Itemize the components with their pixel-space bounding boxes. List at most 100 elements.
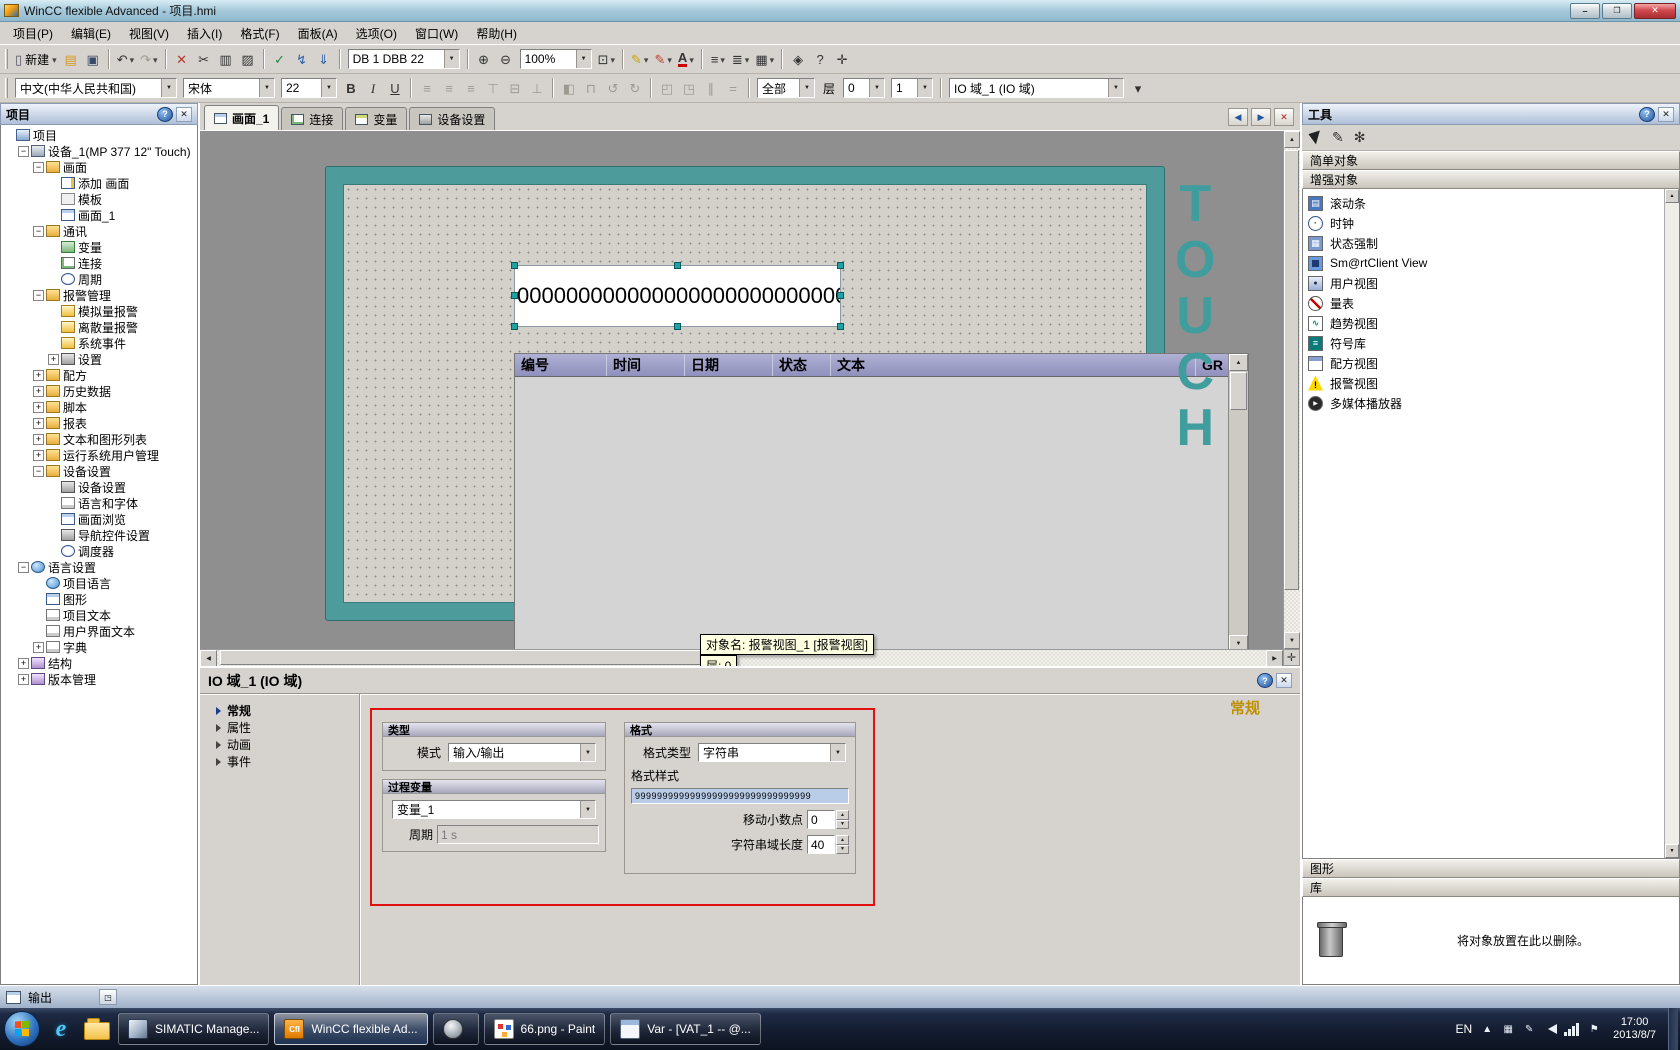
tree-expander-icon[interactable]: + — [48, 353, 59, 365]
menu-item[interactable]: 面板(A) — [289, 22, 347, 45]
tree-item[interactable]: + 字典 — [1, 639, 197, 655]
tree-expander-icon[interactable]: − — [33, 225, 44, 237]
align-middle-button[interactable]: ⊟ — [504, 77, 526, 99]
tree-item[interactable]: + 设置 — [1, 351, 197, 367]
fill-color-button[interactable]: ✎ — [628, 48, 651, 70]
selection-handle[interactable] — [673, 262, 681, 269]
menu-item[interactable]: 帮助(H) — [467, 22, 526, 45]
scroll-up-icon[interactable] — [1665, 189, 1679, 203]
screen-design-surface[interactable]: 0000000000000000000000000000 编号 时间 日期 状态 文本 G — [343, 184, 1249, 653]
tree-expander-icon[interactable]: + — [33, 385, 44, 397]
format-style-field[interactable]: 99999999999999999999999999999999 — [631, 788, 849, 804]
pen-color-button[interactable]: ✎ — [651, 48, 674, 70]
align-top-button[interactable]: ⊤ — [482, 77, 504, 99]
cut-button[interactable]: ✂ — [193, 48, 215, 70]
redo-button-dropdown[interactable] — [153, 52, 158, 66]
language-indicator[interactable]: EN — [1456, 1022, 1473, 1036]
tree-item[interactable]: − 设备设置 — [1, 463, 197, 479]
stamp-icon[interactable]: ✻ — [1354, 129, 1366, 146]
bold-button[interactable]: B — [340, 77, 362, 99]
address-combo-arrow[interactable] — [443, 50, 459, 68]
scroll-track[interactable] — [1284, 148, 1300, 632]
context-help-button[interactable]: ✛ — [831, 48, 853, 70]
tree-item[interactable]: + 配方 — [1, 367, 197, 383]
border-style-button-dropdown[interactable] — [770, 52, 775, 66]
tab-tags[interactable]: 变量 — [345, 107, 408, 130]
tree-item[interactable]: + 运行系统用户管理 — [1, 447, 197, 463]
taskbar-button[interactable]: 66.png - Paint — [483, 1013, 606, 1045]
zoom-out-button[interactable]: ⊖ — [495, 48, 517, 70]
tree-item[interactable]: 画面浏览 — [1, 511, 197, 527]
tools-help-icon[interactable] — [1639, 106, 1655, 122]
selection-handle[interactable] — [837, 292, 844, 299]
tree-expander-icon[interactable]: − — [33, 465, 44, 477]
prop-nav-item[interactable]: 事件 — [200, 753, 359, 770]
zoom-in-button[interactable]: ⊕ — [473, 48, 495, 70]
generate-button[interactable]: ↯ — [291, 48, 313, 70]
selection-handle[interactable] — [837, 262, 844, 269]
tree-item[interactable]: 调度器 — [1, 543, 197, 559]
border-style-button[interactable]: ▦ — [752, 48, 777, 70]
explorer-folder-icon[interactable] — [82, 1013, 112, 1045]
open-button[interactable]: ▤ — [60, 48, 82, 70]
align-bottom-button[interactable]: ⊥ — [526, 77, 548, 99]
layer-alt-combo[interactable]: 1 — [891, 78, 934, 98]
address-combo[interactable]: DB 1 DBB 22 — [347, 49, 460, 69]
spin-down-icon[interactable] — [836, 819, 849, 829]
tree-item[interactable]: 添加 画面 — [1, 175, 197, 191]
align-right-button[interactable]: ≡ — [460, 77, 482, 99]
screen-canvas[interactable]: 0000000000000000000000000000 编号 时间 日期 状态 文本 G — [200, 131, 1300, 666]
enhanced-objects-section[interactable]: 增强对象 — [1302, 170, 1680, 189]
action-center-icon[interactable]: ⚑ — [1587, 1021, 1601, 1037]
tree-item[interactable]: 模板 — [1, 191, 197, 207]
scroll-thumb[interactable] — [1230, 372, 1247, 410]
help-button[interactable]: ? — [809, 48, 831, 70]
process-tag-combo[interactable]: 变量_1 — [392, 800, 596, 819]
tree-item[interactable]: 导航控件设置 — [1, 527, 197, 543]
scroll-thumb[interactable] — [220, 650, 720, 665]
selection-handle[interactable] — [673, 323, 681, 330]
tree-item[interactable]: 设备设置 — [1, 479, 197, 495]
save-button[interactable]: ▣ — [82, 48, 104, 70]
menu-item[interactable]: 选项(O) — [347, 22, 406, 45]
canvas-vertical-scrollbar[interactable] — [1283, 131, 1300, 649]
tool-item[interactable]: 符号库 — [1308, 333, 1679, 353]
spin-up-icon[interactable] — [836, 835, 849, 845]
transfer-button[interactable]: ⇓ — [313, 48, 335, 70]
alarm-view-scrollbar[interactable] — [1228, 354, 1248, 652]
tools-scrollbar[interactable] — [1664, 189, 1679, 858]
bring-to-front-button[interactable]: ◰ — [656, 77, 678, 99]
tree-item[interactable]: + 报表 — [1, 415, 197, 431]
taskbar-button[interactable]: Var - [VAT_1 -- @... — [610, 1013, 761, 1045]
tray-expand-icon[interactable]: ▲ — [1480, 1021, 1494, 1037]
tree-item[interactable]: + 版本管理 — [1, 671, 197, 687]
zoom-combo-arrow[interactable] — [575, 50, 591, 68]
zoom-combo[interactable]: 100% — [519, 49, 592, 69]
tree-expander-icon[interactable]: + — [33, 449, 44, 461]
tool-item[interactable]: 趋势视图 — [1308, 313, 1679, 333]
project-close-icon[interactable] — [176, 106, 192, 122]
selection-handle[interactable] — [511, 323, 518, 330]
layer-combo-arrow[interactable] — [869, 79, 885, 97]
attach-button[interactable]: ◈ — [787, 48, 809, 70]
taskbar-button[interactable]: WinCC flexible Ad... — [274, 1013, 428, 1045]
show-desktop-button[interactable] — [1668, 1008, 1678, 1050]
tree-item[interactable]: 项目文本 — [1, 607, 197, 623]
mode-combo[interactable]: 输入/输出 — [448, 743, 596, 762]
tree-item[interactable]: 周期 — [1, 271, 197, 287]
scroll-thumb[interactable] — [1284, 150, 1299, 590]
tree-item[interactable]: + 文本和图形列表 — [1, 431, 197, 447]
scroll-down-icon[interactable] — [1284, 632, 1300, 649]
selection-handle[interactable] — [837, 323, 844, 330]
tree-expander-icon[interactable]: + — [33, 401, 44, 413]
pen-color-button-dropdown[interactable] — [667, 52, 672, 66]
string-length-spinner[interactable]: 40 — [807, 835, 849, 854]
selection-handle[interactable] — [511, 262, 518, 269]
library-section[interactable]: 库 — [1302, 878, 1680, 897]
tree-item[interactable]: 项目语言 — [1, 575, 197, 591]
project-help-icon[interactable] — [157, 106, 173, 122]
tab-back-button[interactable] — [1228, 108, 1248, 126]
property-close-icon[interactable] — [1276, 673, 1292, 688]
tab-devset[interactable]: 设备设置 — [409, 107, 496, 130]
tree-expander-icon[interactable]: + — [33, 433, 44, 445]
